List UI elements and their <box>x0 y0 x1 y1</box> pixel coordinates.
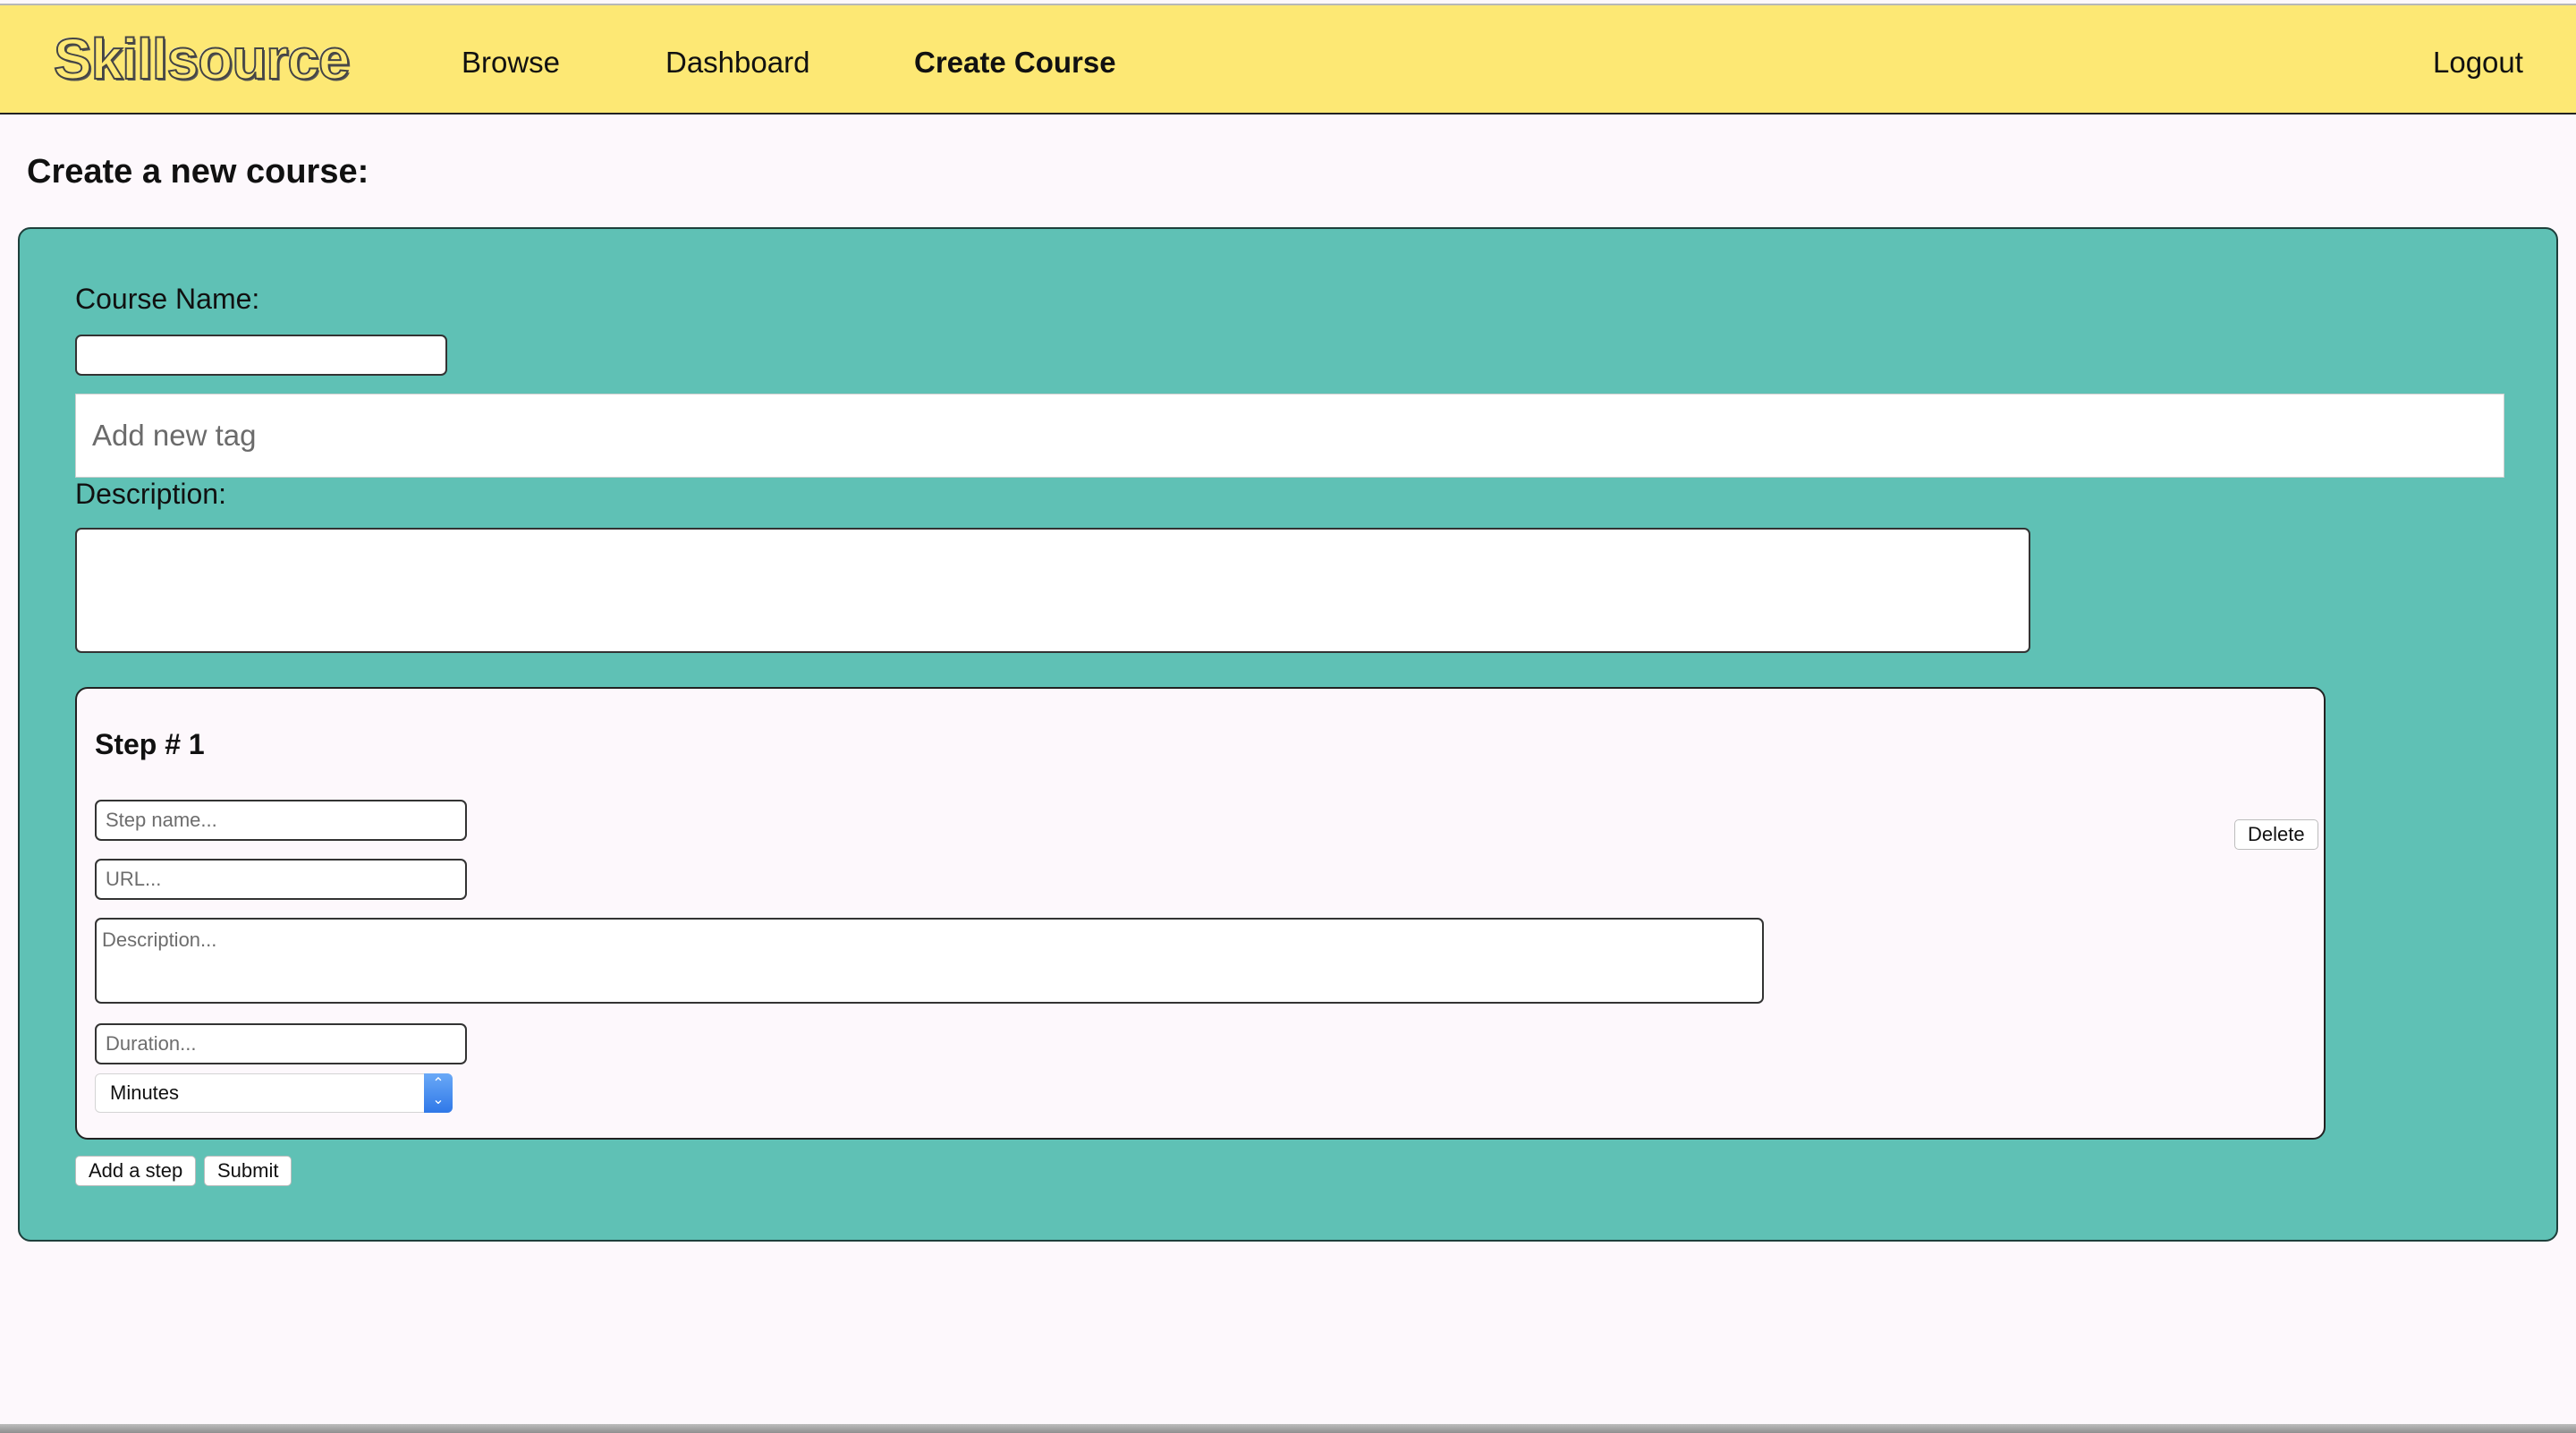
step-duration-input[interactable] <box>95 1023 467 1064</box>
nav-create-course-link[interactable]: Create Course <box>914 45 1116 81</box>
step-url-input[interactable] <box>95 859 467 900</box>
add-step-button[interactable]: Add a step <box>75 1156 197 1186</box>
top-navbar: Skillsource Browse Dashboard Create Cour… <box>0 4 2576 114</box>
nav-dashboard-link[interactable]: Dashboard <box>665 45 809 81</box>
logout-link[interactable]: Logout <box>2433 45 2523 81</box>
delete-step-button[interactable]: Delete <box>2234 819 2318 850</box>
submit-button[interactable]: Submit <box>204 1156 292 1186</box>
tag-input[interactable] <box>75 394 2504 478</box>
step-title: Step # 1 <box>95 728 205 760</box>
duration-unit-value: Minutes <box>110 1081 180 1104</box>
page-title: Create a new course: <box>27 153 369 191</box>
nav-browse-link[interactable]: Browse <box>462 45 560 81</box>
window-bottom-edge <box>0 1424 2576 1433</box>
description-label: Description: <box>75 478 226 510</box>
course-name-label: Course Name: <box>75 283 260 315</box>
brand-logo[interactable]: Skillsource <box>53 25 351 93</box>
course-description-textarea[interactable] <box>75 528 2030 653</box>
course-name-input[interactable] <box>75 335 447 376</box>
step-description-textarea[interactable] <box>95 918 1764 1004</box>
duration-unit-select[interactable]: Minutes ⌃ ⌄ <box>95 1073 453 1113</box>
chevron-up-down-icon: ⌃ ⌄ <box>424 1073 453 1113</box>
step-name-input[interactable] <box>95 800 467 841</box>
step-card: Step # 1 Minutes ⌃⌄ Delete <box>75 687 2326 1140</box>
create-course-form: Course Name: Description: Step # 1 Minut… <box>18 227 2558 1242</box>
